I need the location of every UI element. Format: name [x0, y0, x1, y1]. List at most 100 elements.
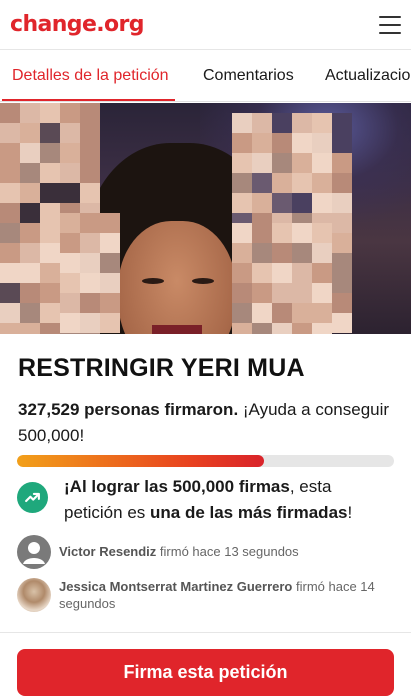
sign-petition-button[interactable]: Firma esta petición: [17, 649, 394, 696]
pixel-block: [332, 193, 352, 213]
pixel-block: [312, 153, 332, 173]
pixel-block: [272, 243, 292, 263]
pixel-block: [272, 303, 292, 323]
pixel-block: [60, 233, 80, 253]
pixel-block: [0, 243, 20, 263]
pixel-block: [312, 263, 332, 283]
pixel-block: [292, 133, 312, 153]
pixel-block: [80, 213, 100, 233]
signer-action: firmó hace 13 segundos: [156, 544, 299, 559]
petition-tabs: Detalles de la petición Comentarios Actu…: [0, 50, 411, 102]
pixel-block: [60, 163, 80, 183]
tab-detalles[interactable]: Detalles de la petición: [2, 50, 175, 101]
pixel-block: [40, 203, 60, 223]
milestone-text: ¡Al lograr las 500,000 firmas, esta peti…: [64, 474, 394, 526]
pixel-block: [100, 213, 120, 233]
default-user-icon: [17, 535, 51, 569]
pixel-block: [60, 183, 80, 203]
pixel-block: [232, 223, 252, 243]
tab-comentarios[interactable]: Comentarios: [203, 50, 294, 101]
pixel-block: [292, 113, 312, 133]
signer-text: Jessica Montserrat Martinez Guerrero fir…: [59, 578, 404, 612]
pixel-block: [252, 223, 272, 243]
pixel-block: [80, 273, 100, 293]
pixel-block: [40, 143, 60, 163]
pixel-block: [20, 303, 40, 323]
sticky-footer: Firma esta petición: [0, 633, 411, 700]
pixel-block: [40, 263, 60, 283]
pixel-block: [232, 193, 252, 213]
pixel-block: [312, 193, 332, 213]
pixel-block: [0, 183, 20, 203]
pixel-block: [312, 303, 332, 323]
signature-count-bold: 327,529 personas firmaron.: [18, 400, 239, 419]
milestone-notice: ¡Al lograr las 500,000 firmas, esta peti…: [17, 474, 397, 528]
pixel-block: [292, 153, 312, 173]
signature-progress-bar: [17, 455, 394, 467]
pixel-block: [332, 233, 352, 253]
pixel-block: [232, 303, 252, 323]
pixel-block: [232, 153, 252, 173]
pixel-block: [60, 103, 80, 123]
pixel-block: [100, 313, 120, 333]
pixel-block: [80, 253, 100, 273]
pixel-block: [252, 263, 272, 283]
pixel-block: [272, 223, 292, 243]
pixel-block: [252, 243, 272, 263]
pixel-block: [312, 113, 332, 133]
trending-up-icon: [17, 482, 48, 513]
pixel-block: [40, 243, 60, 263]
tab-actualizaciones[interactable]: Actualizaciones: [325, 50, 411, 101]
pixel-block: [60, 313, 80, 333]
pixel-block: [20, 143, 40, 163]
pixel-block: [252, 133, 272, 153]
pixel-block: [312, 323, 332, 334]
pixel-block: [20, 263, 40, 283]
pixel-block: [292, 193, 312, 213]
pixel-block: [40, 303, 60, 323]
pixel-block: [60, 123, 80, 143]
pixel-block: [272, 193, 292, 213]
hamburger-menu-icon[interactable]: [379, 10, 401, 40]
pixel-block: [60, 273, 80, 293]
pixel-block: [20, 243, 40, 263]
pixel-block: [232, 263, 252, 283]
pixel-block: [292, 283, 312, 303]
top-header: change.org: [0, 0, 411, 50]
pixel-block: [80, 103, 100, 123]
pixel-block: [60, 253, 80, 273]
pixel-block: [232, 323, 252, 334]
pixel-block: [332, 133, 352, 153]
pixel-block: [232, 173, 252, 193]
pixel-block: [80, 183, 100, 203]
pixel-block: [60, 213, 80, 233]
pixel-block: [232, 243, 252, 263]
pixel-block: [20, 103, 40, 123]
pixel-block: [332, 273, 352, 293]
pixel-block: [80, 143, 100, 163]
pixel-block: [252, 283, 272, 303]
pixel-block: [312, 173, 332, 193]
petition-hero-image: [0, 103, 411, 334]
pixel-block: [292, 243, 312, 263]
pixel-block: [332, 253, 352, 273]
pixel-block: [20, 283, 40, 303]
pixel-block: [312, 223, 332, 243]
pixel-block: [292, 173, 312, 193]
pixel-block: [292, 303, 312, 323]
pixel-block: [0, 163, 20, 183]
milestone-bold-2: una de las más firmadas: [150, 503, 348, 522]
pixel-block: [100, 293, 120, 313]
pixel-block: [292, 223, 312, 243]
pixel-block: [20, 163, 40, 183]
pixel-block: [0, 103, 20, 123]
pixel-block: [0, 223, 20, 243]
pixel-block: [20, 323, 40, 334]
pixel-block: [40, 103, 60, 123]
recent-signer: Jessica Montserrat Martinez Guerrero fir…: [17, 578, 407, 614]
pixel-block: [332, 213, 352, 233]
change-org-logo[interactable]: change.org: [10, 12, 145, 37]
pixel-block: [80, 313, 100, 333]
pixel-block: [40, 323, 60, 334]
progress-fill: [17, 455, 264, 467]
